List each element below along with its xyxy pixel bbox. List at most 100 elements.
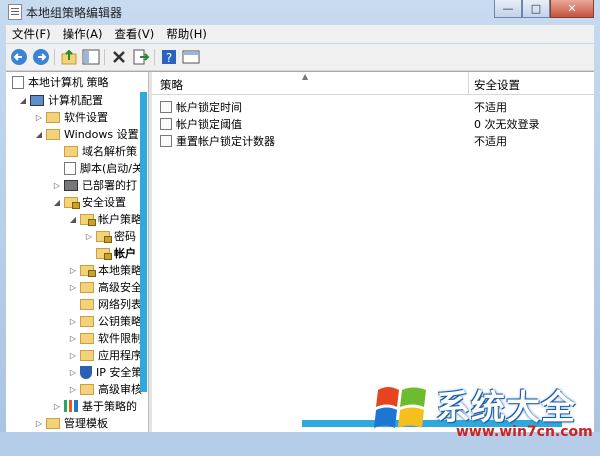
table-row[interactable]: 重置帐户锁定计数器 不适用: [152, 132, 594, 148]
menu-help[interactable]: 帮助(H): [160, 26, 213, 42]
folder-icon: [80, 332, 94, 344]
menu-bar: 文件(F) 操作(A) 查看(V) 帮助(H): [6, 25, 594, 43]
locked-folder-icon: [96, 247, 112, 260]
tree-item-password-policy[interactable]: ▷ 密码: [84, 228, 136, 244]
column-header-policy[interactable]: 策略: [160, 77, 183, 93]
tree-item-windows-settings[interactable]: ◢ Windows 设置: [34, 126, 139, 142]
table-row[interactable]: 帐户锁定时间 不适用: [152, 98, 594, 114]
expand-arrow-icon[interactable]: ▷: [68, 385, 78, 394]
menu-file[interactable]: 文件(F): [6, 26, 57, 42]
folder-icon: [80, 298, 94, 310]
expand-arrow-icon[interactable]: ▷: [68, 368, 78, 377]
locked-folder-icon: [80, 213, 96, 226]
folder-icon: [64, 145, 78, 157]
menu-action[interactable]: 操作(A): [57, 26, 109, 42]
svg-text:?: ?: [166, 51, 172, 65]
expand-arrow-icon[interactable]: ▷: [68, 317, 78, 326]
tree-item-admin-templates[interactable]: ▷ 管理模板: [34, 415, 108, 431]
tree-pane: 本地计算机 策略 ◢ 计算机配置 ▷ 软件设置 ◢ Windows 设置 域名解…: [6, 72, 148, 432]
watermark-name: 系统大全: [436, 388, 576, 428]
toolbar-separator: [104, 49, 105, 65]
list-pane: ▲ 策略 安全设置 帐户锁定时间 不适用 帐户锁定阈值 0 次无效登录 重置帐户…: [152, 72, 594, 432]
collapse-arrow-icon[interactable]: ◢: [34, 130, 44, 139]
tree-item-app-control[interactable]: ▷ 应用程序: [68, 347, 142, 363]
expand-arrow-icon[interactable]: ▷: [52, 402, 62, 411]
close-button[interactable]: ✕: [550, 0, 594, 18]
folder-icon: [80, 281, 94, 293]
menu-view[interactable]: 查看(V): [108, 26, 160, 42]
script-icon: [64, 161, 76, 175]
folder-icon: [46, 128, 60, 140]
printer-icon: [64, 179, 78, 191]
tree-item-software-settings[interactable]: ▷ 软件设置: [34, 109, 108, 125]
tree-item-advanced-firewall[interactable]: ▷ 高级安全: [68, 279, 142, 295]
properties-view-icon[interactable]: [182, 48, 200, 66]
tree-item-software-restriction[interactable]: ▷ 软件限制: [68, 330, 142, 346]
maximize-icon: □: [530, 2, 542, 15]
window-controls: — □ ✕: [494, 0, 594, 18]
column-header-security-setting[interactable]: 安全设置: [474, 77, 520, 93]
forward-arrow-icon[interactable]: [32, 48, 50, 66]
toolbar-separator: [154, 49, 155, 65]
export-list-icon[interactable]: [132, 48, 150, 66]
content-area: 本地计算机 策略 ◢ 计算机配置 ▷ 软件设置 ◢ Windows 设置 域名解…: [6, 71, 594, 432]
windows-flag-icon: [374, 387, 426, 428]
tree-item-network-list[interactable]: 网络列表: [68, 296, 142, 312]
tree-item-advanced-audit[interactable]: ▷ 高级审核: [68, 381, 142, 397]
back-arrow-icon[interactable]: [10, 48, 28, 66]
collapse-arrow-icon[interactable]: ◢: [52, 198, 62, 207]
expand-arrow-icon[interactable]: ▷: [68, 351, 78, 360]
minimize-button[interactable]: —: [494, 0, 522, 18]
expand-arrow-icon[interactable]: ▷: [34, 419, 44, 428]
locked-folder-icon: [80, 264, 96, 277]
document-icon: [12, 75, 24, 89]
show-hide-tree-icon[interactable]: [82, 48, 100, 66]
tree-item-public-key[interactable]: ▷ 公钥策略: [68, 313, 142, 329]
tree-item-name-resolution[interactable]: 域名解析策: [52, 143, 137, 159]
tree-item-security-settings[interactable]: ◢ 安全设置: [52, 194, 126, 210]
tree-scrollbar[interactable]: [140, 92, 147, 392]
tree-root[interactable]: 本地计算机 策略: [12, 74, 109, 90]
toolbar-separator: [54, 49, 55, 65]
collapse-arrow-icon[interactable]: ◢: [68, 215, 78, 224]
tree-item-deployed-printers[interactable]: ▷ 已部署的打: [52, 177, 137, 193]
tree-item-local-policies[interactable]: ▷ 本地策略: [68, 262, 142, 278]
folder-icon: [80, 315, 94, 327]
collapse-arrow-icon[interactable]: ◢: [18, 96, 28, 105]
expand-arrow-icon[interactable]: ▷: [34, 113, 44, 122]
expand-arrow-icon[interactable]: ▷: [68, 283, 78, 292]
tree-item-computer-config[interactable]: ◢ 计算机配置: [18, 92, 103, 108]
folder-icon: [80, 349, 94, 361]
maximize-button[interactable]: □: [522, 0, 550, 18]
chart-icon: [64, 400, 78, 412]
list-header: ▲ 策略 安全设置: [152, 72, 594, 95]
title-bar[interactable]: 本地组策略编辑器 — □ ✕: [0, 0, 600, 22]
computer-icon: [30, 94, 44, 106]
tree-item-account-policies[interactable]: ◢ 帐户策略: [68, 211, 142, 227]
expand-arrow-icon[interactable]: ▷: [52, 181, 62, 190]
expand-arrow-icon[interactable]: ▷: [68, 266, 78, 275]
folder-icon: [46, 111, 60, 123]
sort-up-icon: ▲: [302, 72, 309, 81]
app-icon: [8, 4, 22, 20]
delete-icon[interactable]: [110, 48, 128, 66]
watermark-url: www.win7cn.com: [456, 424, 593, 440]
policy-icon: [160, 101, 172, 113]
expand-arrow-icon[interactable]: ▷: [68, 334, 78, 343]
tree-item-account-lockout[interactable]: 帐户: [84, 245, 136, 261]
security-folder-icon: [64, 196, 80, 209]
tree-item-policy-qos[interactable]: ▷ 基于策略的: [52, 398, 137, 414]
help-icon[interactable]: ?: [160, 48, 178, 66]
expand-arrow-icon[interactable]: ▷: [84, 232, 94, 241]
up-folder-icon[interactable]: [60, 48, 78, 66]
shield-icon: [80, 365, 92, 379]
folder-icon: [80, 383, 94, 395]
tree-item-scripts[interactable]: 脚本(启动/关: [52, 160, 143, 176]
table-row[interactable]: 帐户锁定阈值 0 次无效登录: [152, 115, 594, 131]
column-divider[interactable]: [468, 72, 469, 94]
tree-item-ip-security[interactable]: ▷ IP 安全策: [68, 364, 142, 380]
minimize-icon: —: [502, 2, 514, 15]
folder-icon: [46, 417, 60, 429]
locked-folder-icon: [96, 230, 112, 243]
window-title: 本地组策略编辑器: [26, 6, 123, 20]
